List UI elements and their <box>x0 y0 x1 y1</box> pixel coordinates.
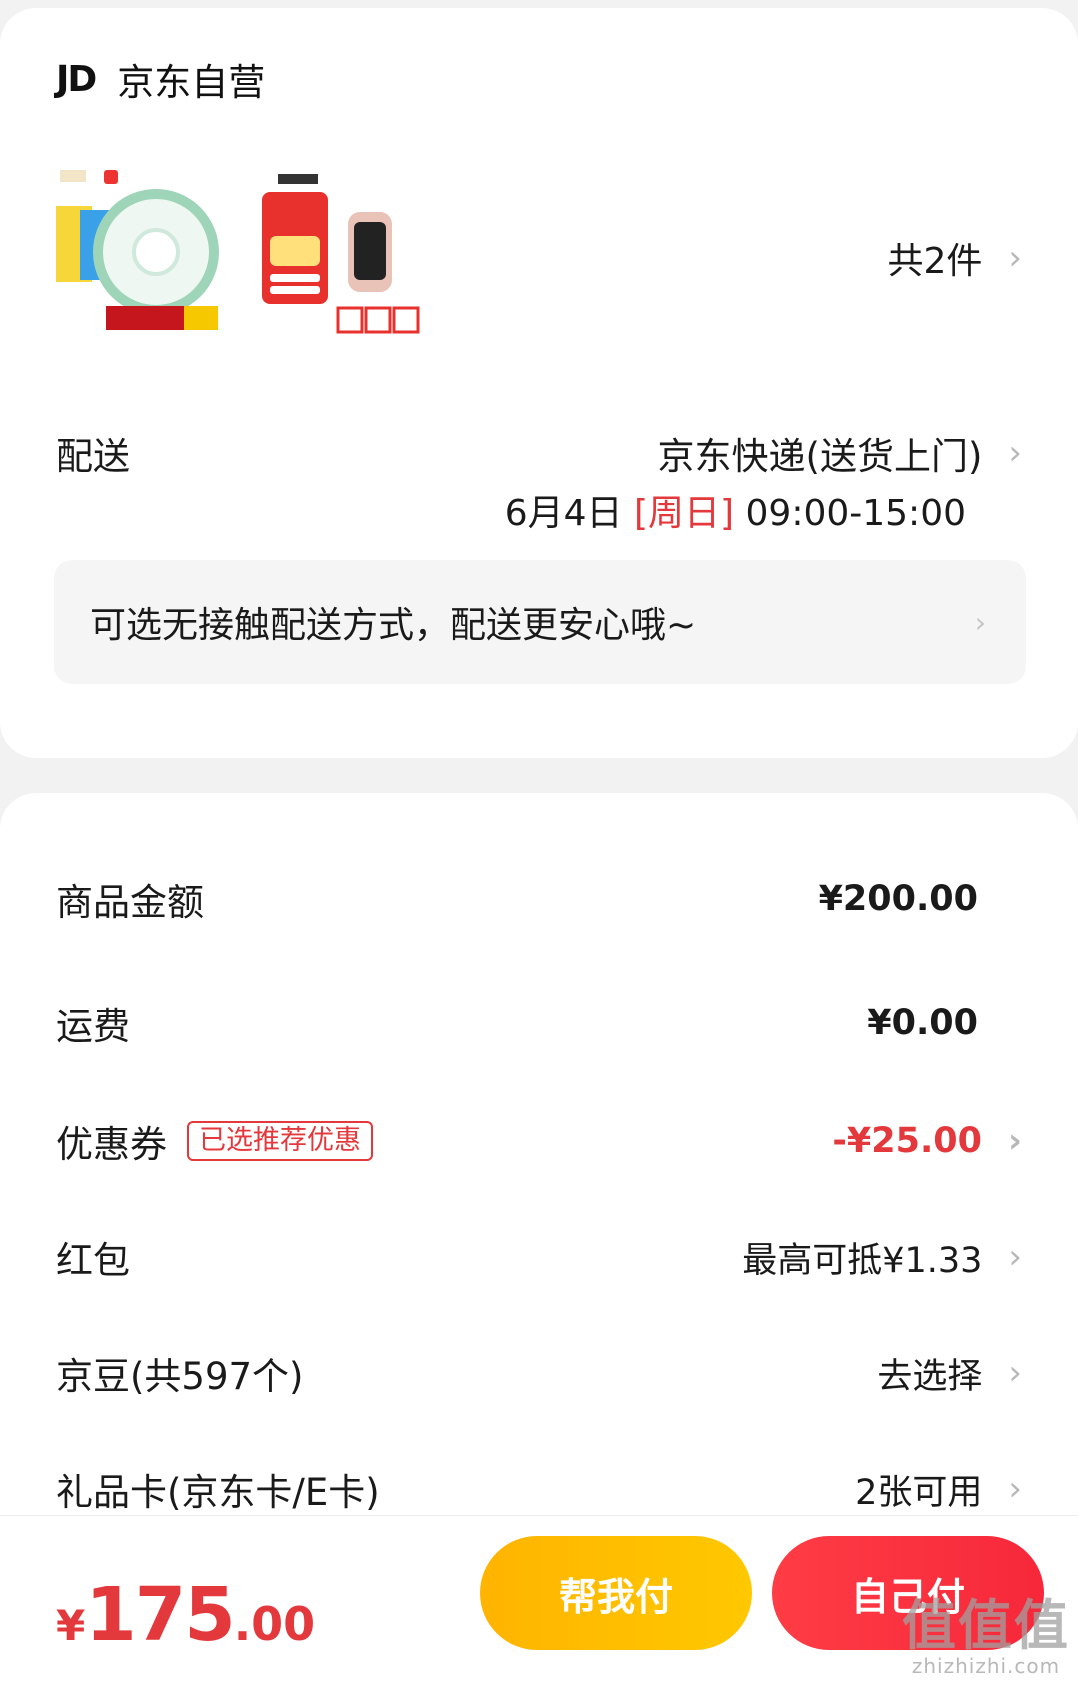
jd-beans-row[interactable]: 京豆(共597个) 去选择 › <box>0 1343 1078 1423</box>
contactless-text: 可选无接触配送方式，配送更安心哦~ <box>90 605 697 646</box>
shipping-value-wrap: ¥0.00 <box>867 993 978 1053</box>
goods-amount-row: 商品金额 ¥200.00 <box>0 869 1078 949</box>
jd-beans-value-wrap[interactable]: 去选择 › <box>877 1343 1022 1403</box>
delivery-method-row[interactable]: 京东快递(送货上门) › <box>658 426 1022 480</box>
coupon-badge: 已选推荐优惠 <box>187 1121 373 1161</box>
shipping-row: 运费 ¥0.00 <box>0 993 1078 1073</box>
product-thumb-tape[interactable] <box>56 166 236 356</box>
chevron-right-icon: › <box>974 605 986 639</box>
product-thumbnails[interactable] <box>56 166 438 356</box>
chevron-right-icon: › <box>1007 1121 1022 1161</box>
shipping-label: 运费 <box>56 1005 130 1048</box>
coupon-value: -¥25.00 <box>832 1121 982 1161</box>
goods-amount-value: ¥200.00 <box>818 879 978 919</box>
item-count-label: 共2件 <box>887 241 983 282</box>
chevron-right-icon: › <box>1008 433 1022 473</box>
coupon-row[interactable]: 优惠券 已选推荐优惠 -¥25.00 › <box>0 1111 1078 1191</box>
jd-beans-value: 去选择 <box>877 1356 983 1397</box>
chevron-right-icon: › <box>1008 1353 1022 1393</box>
delivery-time[interactable]: 6月4日 [周日] 09:00-15:00 <box>505 484 966 536</box>
checkout-bar: ¥ 175 .00 帮我付 自己付 值值值 zhizhizhi.com <box>0 1515 1078 1686</box>
help-pay-button[interactable]: 帮我付 <box>480 1536 752 1650</box>
total-integer: 175 <box>85 1572 235 1658</box>
delivery-weekday: [周日] <box>633 493 735 534</box>
total-price: ¥ 175 .00 <box>56 1572 315 1658</box>
watermark-main: 值值值 <box>902 1594 1070 1657</box>
watermark-site: zhizhizhi.com <box>911 1654 1061 1678</box>
watermark: 值值值 zhizhizhi.com <box>902 1594 1070 1679</box>
red-packet-label: 红包 <box>56 1239 130 1282</box>
delivery-date: 6月4日 <box>504 493 623 534</box>
shipping-value: ¥0.00 <box>867 1003 978 1043</box>
chevron-right-icon: › <box>1008 1237 1022 1277</box>
red-packet-row[interactable]: 红包 最高可抵¥1.33 › <box>0 1227 1078 1307</box>
gift-card-label: 礼品卡(京东卡/E卡) <box>56 1471 380 1514</box>
jd-logo: JD <box>56 58 97 100</box>
product-thumb-band[interactable] <box>258 166 438 356</box>
item-count-row[interactable]: 共2件 › <box>887 232 1022 284</box>
gift-card-value: 2张可用 <box>855 1472 983 1513</box>
total-currency: ¥ <box>56 1601 86 1650</box>
seller-header: JD 京东自营 <box>56 52 265 106</box>
chevron-right-icon: › <box>1008 1469 1022 1509</box>
goods-amount-label: 商品金额 <box>56 881 204 924</box>
coupon-label-wrap: 优惠券 已选推荐优惠 <box>56 1111 373 1171</box>
jd-beans-label: 京豆(共597个) <box>56 1355 304 1398</box>
order-card: JD 京东自营 共2件 › 配送 京东快递(送货上门) › 6月4日 [周日] … <box>0 8 1078 758</box>
goods-amount-value-wrap: ¥200.00 <box>819 869 978 929</box>
gift-card-value-wrap[interactable]: 2张可用 › <box>855 1459 1022 1519</box>
coupon-value-wrap[interactable]: -¥25.00 › <box>832 1111 1022 1171</box>
red-packet-value: 最高可抵¥1.33 <box>742 1240 983 1281</box>
contactless-delivery-option[interactable]: 可选无接触配送方式，配送更安心哦~ › <box>54 560 1026 684</box>
chevron-right-icon: › <box>1008 238 1022 278</box>
total-decimal: .00 <box>233 1597 316 1651</box>
red-packet-value-wrap[interactable]: 最高可抵¥1.33 › <box>742 1227 1022 1287</box>
delivery-hours: 09:00-15:00 <box>745 493 966 534</box>
seller-name: 京东自营 <box>117 61 266 104</box>
coupon-label: 优惠券 <box>56 1123 167 1166</box>
delivery-method: 京东快递(送货上门) <box>657 435 983 478</box>
delivery-label: 配送 <box>56 435 130 478</box>
